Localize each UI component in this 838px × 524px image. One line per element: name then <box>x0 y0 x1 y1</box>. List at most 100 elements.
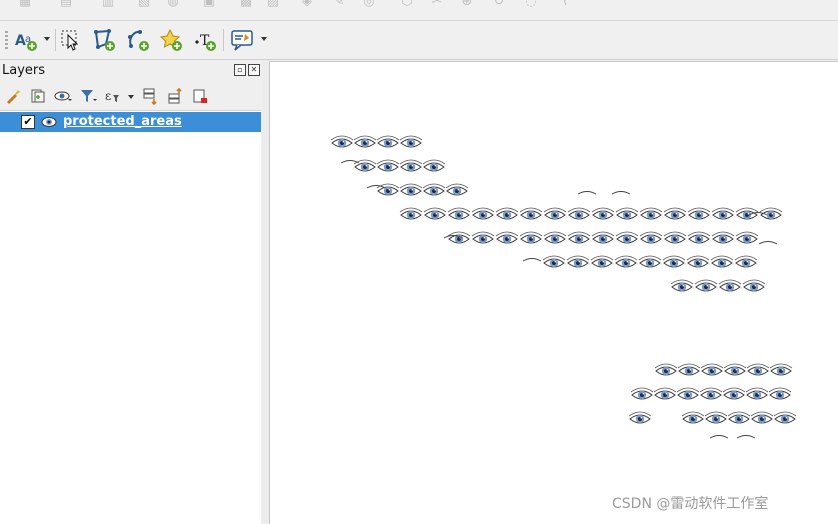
eye-marker-icon <box>769 363 793 376</box>
add-wcs-icon[interactable]: ▩ <box>237 0 255 10</box>
add-text-button[interactable]: T <box>192 27 218 53</box>
filter-expression-button[interactable]: ε <box>103 86 123 106</box>
eye-marker-icon <box>718 279 742 292</box>
eye-marker-icon <box>399 207 423 220</box>
eye-marker-icon <box>734 255 758 268</box>
add-wms-icon[interactable]: ◍ <box>164 0 182 10</box>
annotation-button[interactable] <box>229 27 255 53</box>
float-panel-icon[interactable]: ▫ <box>234 64 246 76</box>
annotation-dropdown-icon[interactable] <box>260 35 268 43</box>
add-vector-icon[interactable]: ▨ <box>264 0 282 10</box>
select-features-button[interactable] <box>58 27 84 53</box>
eye-marker-icon <box>735 231 759 244</box>
expand-all-icon <box>143 88 157 105</box>
eye-marker-icon <box>615 231 639 244</box>
eye-marker-icon <box>638 255 662 268</box>
add-group-button[interactable] <box>28 86 48 106</box>
eye-marker-icon <box>543 207 567 220</box>
merge-icon[interactable]: ⊕ <box>458 0 476 10</box>
eye-marker-icon <box>471 207 495 220</box>
eye-marker-icon <box>677 363 701 376</box>
reshape-icon[interactable]: ⌇ <box>556 0 574 10</box>
eye-marker-icon <box>639 207 663 220</box>
add-group-icon <box>31 89 45 103</box>
eye-marker-icon <box>639 231 663 244</box>
eye-marker-icon <box>694 279 718 292</box>
add-curve-button[interactable] <box>125 27 151 53</box>
eye-marker-icon <box>376 159 400 172</box>
eye-marker-icon <box>654 363 678 376</box>
polygon-add-icon <box>94 29 115 51</box>
cut-icon[interactable]: ✂ <box>428 0 446 10</box>
open-styling-button[interactable] <box>3 86 23 106</box>
marker-fragment <box>611 191 631 195</box>
simplify-icon[interactable]: ◌ <box>522 0 540 10</box>
map-render <box>330 135 797 439</box>
eye-marker-icon <box>615 207 639 220</box>
eye-marker-icon <box>662 255 686 268</box>
toolbar-separator <box>223 29 224 51</box>
eye-marker-icon <box>376 135 400 148</box>
eye-marker-icon <box>447 207 471 220</box>
layer-name: protected_areas <box>63 114 182 129</box>
eye-marker-icon <box>663 231 687 244</box>
panel-window-buttons: ▫ ✕ <box>234 64 260 76</box>
eye-marker-icon <box>773 411 797 424</box>
add-star-button[interactable] <box>158 27 184 53</box>
eye-marker-icon <box>687 231 711 244</box>
eye-marker-icon <box>519 231 543 244</box>
eye-marker-icon <box>723 363 747 376</box>
label-dropdown-icon[interactable] <box>43 35 51 43</box>
eye-marker-icon <box>670 279 694 292</box>
remove-layer-button[interactable] <box>190 86 210 106</box>
add-wfs-icon[interactable]: ▣ <box>200 0 218 10</box>
eye-marker-icon <box>746 363 770 376</box>
eye-marker-icon <box>399 183 423 196</box>
layer-tree: ✔ protected_areas <box>0 110 261 524</box>
star-add-icon <box>159 28 182 51</box>
eye-marker-icon <box>399 135 423 148</box>
eye-marker-icon <box>687 207 711 220</box>
layer-visibility-checkbox[interactable]: ✔ <box>21 115 35 129</box>
add-virtual-icon[interactable]: ◈ <box>298 0 316 10</box>
filter-expression-icon: ε <box>105 89 119 103</box>
toolbar-grip[interactable] <box>5 31 8 51</box>
filter-legend-icon <box>81 90 97 102</box>
expand-all-button[interactable] <box>140 86 160 106</box>
add-spatialite-icon[interactable]: ▥ <box>99 0 117 10</box>
panel-splitter[interactable] <box>262 60 269 523</box>
marker-fragment <box>758 241 778 245</box>
eye-marker-icon <box>422 183 446 196</box>
filter-legend-button[interactable] <box>78 86 98 106</box>
eye-marker-icon <box>591 231 615 244</box>
eye-marker-icon <box>750 411 774 424</box>
node-tool-icon[interactable]: ⬡ <box>398 0 416 10</box>
digitize-icon[interactable]: ✎ <box>330 0 348 10</box>
add-postgis-icon[interactable]: ▧ <box>135 0 153 10</box>
eye-marker-icon <box>567 231 591 244</box>
add-raster-icon[interactable]: ▦ <box>16 0 34 10</box>
eye-marker-icon <box>590 255 614 268</box>
eye-marker-icon <box>727 411 751 424</box>
map-canvas[interactable] <box>269 61 838 524</box>
eye-marker-icon <box>614 255 638 268</box>
add-delimited-icon[interactable]: ▤ <box>57 0 75 10</box>
eye-marker-icon <box>41 117 57 127</box>
vertex-icon[interactable]: ◎ <box>360 0 378 10</box>
rotate-icon[interactable]: ↻ <box>490 0 508 10</box>
label-abc-icon: A a <box>15 33 37 51</box>
manage-visibility-button[interactable] <box>53 86 73 106</box>
marker-fragment <box>736 435 756 439</box>
eye-marker-icon <box>722 387 746 400</box>
layer-row-protected-areas[interactable]: ✔ protected_areas <box>0 112 261 132</box>
remove-layer-icon <box>193 89 207 103</box>
add-polygon-button[interactable] <box>91 27 117 53</box>
filter-expression-dropdown-icon[interactable] <box>127 93 135 101</box>
layers-panel-title: Layers <box>2 63 46 78</box>
eye-marker-icon <box>681 411 705 424</box>
eye-marker-icon <box>735 207 759 220</box>
close-panel-icon[interactable]: ✕ <box>248 64 260 76</box>
toolbar-separator <box>55 29 56 51</box>
collapse-all-button[interactable] <box>165 86 185 106</box>
label-tool-button[interactable]: A a <box>13 27 39 53</box>
